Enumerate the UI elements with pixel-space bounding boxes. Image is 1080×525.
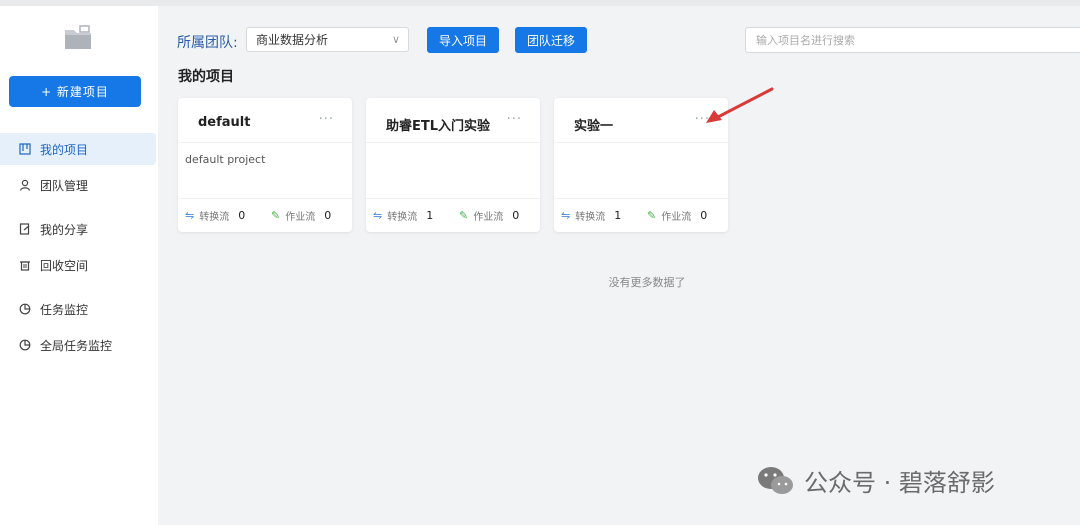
divider xyxy=(366,142,540,143)
board-icon xyxy=(18,142,32,156)
team-label: 所属团队: xyxy=(177,35,238,51)
sidebar-item-my-projects[interactable]: 我的项目 xyxy=(0,133,156,165)
new-project-button[interactable]: + 新建项目 xyxy=(9,76,141,107)
section-title: 我的项目 xyxy=(178,69,234,85)
pie-chart-icon xyxy=(18,338,32,352)
job-flow-icon: ✎ xyxy=(271,209,281,222)
transform-stat: ⇋ 转换流 1 xyxy=(373,208,433,223)
sidebar-item-label: 我的分享 xyxy=(40,222,89,237)
job-label: 作业流 xyxy=(661,212,692,223)
team-select-value: 商业数据分析 xyxy=(256,33,329,47)
watermark: 公众号 · 碧落舒影 xyxy=(756,463,995,498)
job-stat: ✎ 作业流 0 xyxy=(271,208,331,223)
transform-flow-icon: ⇋ xyxy=(373,209,383,222)
transform-label: 转换流 xyxy=(387,212,418,223)
sidebar-item-label: 全局任务监控 xyxy=(40,338,113,353)
chevron-down-icon: ∨ xyxy=(391,33,400,46)
user-icon xyxy=(18,178,32,192)
job-count: 0 xyxy=(324,209,332,222)
job-count: 0 xyxy=(512,209,520,222)
annotation-arrow-icon xyxy=(706,87,774,123)
job-label: 作业流 xyxy=(285,212,316,223)
top-border xyxy=(0,0,1080,6)
job-count: 0 xyxy=(700,209,708,222)
transform-stat: ⇋ 转换流 1 xyxy=(561,208,621,223)
team-migrate-button[interactable]: 团队迁移 xyxy=(515,27,587,53)
sidebar-item-global-task-monitor[interactable]: 全局任务监控 xyxy=(0,329,156,361)
wechat-icon xyxy=(758,466,793,494)
main-content: 所属团队: 商业数据分析 ∨ 导入项目 团队迁移 我的项目 default ··… xyxy=(160,14,1080,525)
sidebar: + 新建项目 我的项目 团队管理 我的分享 回收空间 任务监控 全局任务监控 xyxy=(0,6,158,525)
project-name: 实验一 xyxy=(574,119,614,134)
sidebar-item-task-monitor[interactable]: 任务监控 xyxy=(0,293,156,325)
divider xyxy=(554,198,728,199)
import-project-button[interactable]: 导入项目 xyxy=(427,27,499,53)
project-card[interactable]: default ··· default project ⇋ 转换流 0 ✎ 作业… xyxy=(178,98,352,232)
divider xyxy=(554,142,728,143)
sidebar-item-label: 我的项目 xyxy=(40,142,89,157)
project-name: default xyxy=(198,115,251,130)
folder-icon xyxy=(62,22,94,54)
job-flow-icon: ✎ xyxy=(459,209,469,222)
divider xyxy=(178,198,352,199)
watermark-text: 公众号 · 碧落舒影 xyxy=(804,469,995,497)
job-stat: ✎ 作业流 0 xyxy=(647,208,707,223)
more-options-icon[interactable]: ··· xyxy=(507,112,522,127)
divider xyxy=(178,142,352,143)
search-input[interactable] xyxy=(745,27,1080,53)
sidebar-item-my-shares[interactable]: 我的分享 xyxy=(0,213,156,245)
divider xyxy=(366,198,540,199)
pie-chart-icon xyxy=(18,302,32,316)
team-select[interactable]: 商业数据分析 ∨ xyxy=(246,27,409,52)
sidebar-item-label: 回收空间 xyxy=(40,258,89,273)
trash-icon xyxy=(18,258,32,272)
transform-label: 转换流 xyxy=(575,212,606,223)
project-card[interactable]: 助睿ETL入门实验 ··· ⇋ 转换流 1 ✎ 作业流 0 xyxy=(366,98,540,232)
no-more-data: 没有更多数据了 xyxy=(608,276,686,289)
sidebar-item-recycle[interactable]: 回收空间 xyxy=(0,249,156,281)
transform-count: 1 xyxy=(426,209,434,222)
transform-flow-icon: ⇋ xyxy=(561,209,571,222)
job-flow-icon: ✎ xyxy=(647,209,657,222)
transform-stat: ⇋ 转换流 0 xyxy=(185,208,245,223)
transform-count: 1 xyxy=(614,209,622,222)
project-description: default project xyxy=(185,153,266,166)
sidebar-item-label: 团队管理 xyxy=(40,178,89,193)
sidebar-item-team-management[interactable]: 团队管理 xyxy=(0,169,156,201)
job-label: 作业流 xyxy=(473,212,504,223)
transform-flow-icon: ⇋ xyxy=(185,209,195,222)
share-doc-icon xyxy=(18,222,32,236)
project-name: 助睿ETL入门实验 xyxy=(386,119,491,134)
job-stat: ✎ 作业流 0 xyxy=(459,208,519,223)
sidebar-item-label: 任务监控 xyxy=(40,302,89,317)
transform-label: 转换流 xyxy=(199,212,230,223)
more-options-icon[interactable]: ··· xyxy=(319,112,334,127)
transform-count: 0 xyxy=(238,209,246,222)
